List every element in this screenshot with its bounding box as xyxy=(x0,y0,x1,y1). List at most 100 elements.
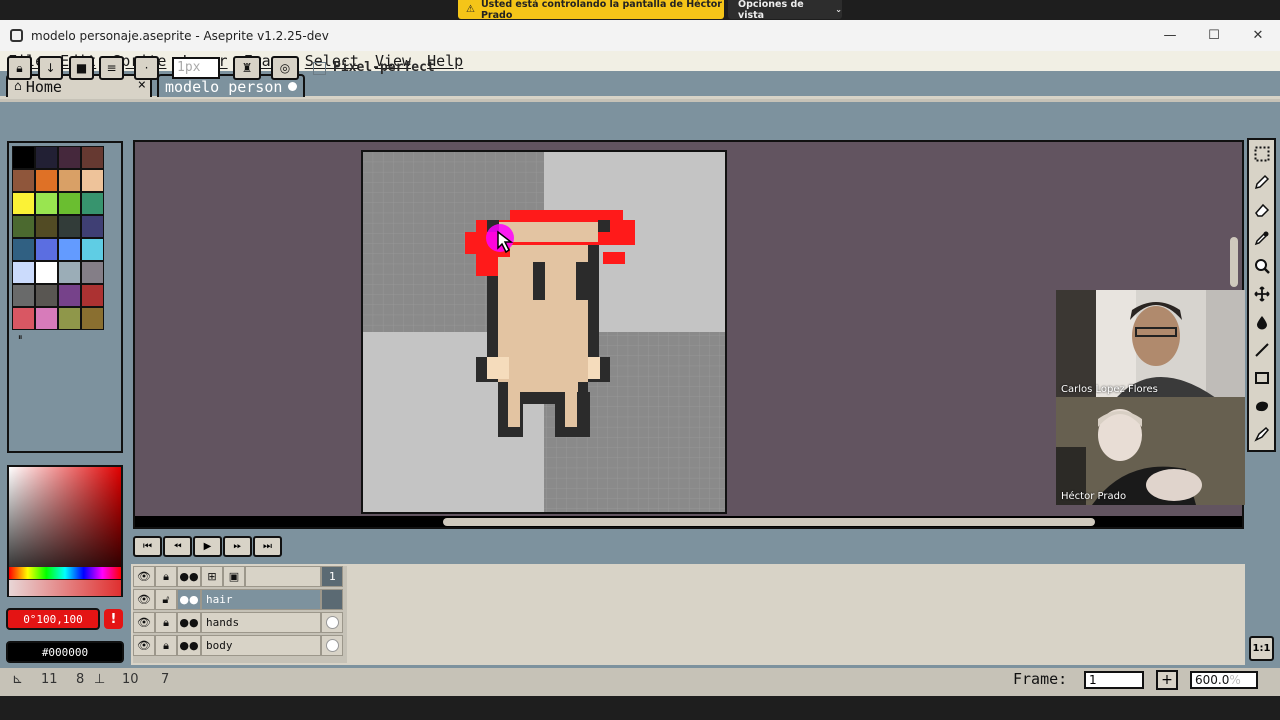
palette-swatch[interactable] xyxy=(58,146,81,169)
palette-swatch[interactable] xyxy=(35,284,58,307)
palette-swatch[interactable] xyxy=(35,215,58,238)
palette-swatch[interactable] xyxy=(12,284,35,307)
move-tool[interactable] xyxy=(1251,283,1273,305)
palette-swatch[interactable] xyxy=(35,192,58,215)
alpha-slider[interactable] xyxy=(9,580,121,596)
palette-swatch[interactable] xyxy=(12,261,35,284)
lock-alpha-button[interactable]: 🔒︎ xyxy=(7,56,32,80)
layer-row-hair[interactable]: 👁︎ 🔓︎ ●● hair xyxy=(133,589,343,610)
unsaved-dot-icon[interactable] xyxy=(288,82,297,91)
eye-icon[interactable]: 👁︎ xyxy=(133,566,155,587)
lock-icon[interactable]: 🔒︎ xyxy=(155,635,177,656)
line-tool[interactable] xyxy=(1251,339,1273,361)
brush-type-button[interactable]: · xyxy=(134,56,159,80)
foreground-color-button[interactable]: 0°100,100 xyxy=(6,608,100,630)
eraser-tool[interactable] xyxy=(1251,199,1273,221)
play-button[interactable]: ▶ xyxy=(193,536,222,557)
view-options-button[interactable]: Opciones de vista ⌄ xyxy=(728,0,842,21)
palette-swatch[interactable] xyxy=(81,215,104,238)
palette-resize-handle[interactable]: ⏸ xyxy=(18,333,23,343)
blur-tool[interactable] xyxy=(1251,423,1273,445)
brush-line-button[interactable]: ≡ xyxy=(99,56,124,80)
zoom-1to1-button[interactable]: 1:1 xyxy=(1249,636,1274,661)
cel-hair-1[interactable] xyxy=(321,589,343,610)
brush-square-button[interactable]: ■ xyxy=(69,56,94,80)
palette-swatch[interactable] xyxy=(58,169,81,192)
onion-skin-icon[interactable]: ▣ xyxy=(223,566,245,587)
eye-icon[interactable]: 👁︎ xyxy=(133,612,155,633)
palette-swatch[interactable] xyxy=(58,192,81,215)
eye-icon[interactable]: 👁︎ xyxy=(133,589,155,610)
frame-input[interactable]: 1 xyxy=(1084,671,1144,689)
palette-swatch[interactable] xyxy=(35,307,58,330)
palette-swatch[interactable] xyxy=(81,284,104,307)
color-warning-badge[interactable]: ! xyxy=(104,609,123,629)
cel-body-1[interactable] xyxy=(321,635,343,656)
lock-icon[interactable]: 🔒︎ xyxy=(155,612,177,633)
frame-header-1[interactable]: 1 xyxy=(321,566,343,587)
palette-swatch[interactable] xyxy=(12,215,35,238)
ink-button[interactable]: ↓ xyxy=(38,56,63,80)
palette-swatch[interactable] xyxy=(81,169,104,192)
palette-swatch[interactable] xyxy=(58,215,81,238)
timeline-cels-area[interactable] xyxy=(347,566,1243,663)
next-frame-button[interactable]: ⏩︎ xyxy=(223,536,252,557)
palette-swatch[interactable] xyxy=(12,192,35,215)
palette-swatch[interactable] xyxy=(58,284,81,307)
continuous-icon[interactable]: ●● xyxy=(177,566,201,587)
palette-swatch[interactable] xyxy=(35,146,58,169)
palette-swatch[interactable] xyxy=(81,238,104,261)
hue-slider[interactable] xyxy=(9,567,121,579)
palette-swatch[interactable] xyxy=(12,146,35,169)
palette-swatch[interactable] xyxy=(12,169,35,192)
sprite-canvas[interactable] xyxy=(361,150,727,514)
lock-icon[interactable]: 🔓︎ xyxy=(155,589,177,610)
minimize-button[interactable]: — xyxy=(1148,20,1192,51)
cel-hands-1[interactable] xyxy=(321,612,343,633)
continuous-icon[interactable]: ●● xyxy=(177,589,201,610)
layer-row-hands[interactable]: 👁︎ 🔒︎ ●● hands xyxy=(133,612,343,633)
maximize-button[interactable]: ☐ xyxy=(1192,20,1236,51)
palette-swatch[interactable] xyxy=(12,307,35,330)
palette-swatch[interactable] xyxy=(35,238,58,261)
add-frame-button[interactable]: + xyxy=(1156,670,1178,690)
palette-swatch[interactable] xyxy=(81,192,104,215)
close-window-button[interactable]: ✕ xyxy=(1236,20,1280,51)
pencil-tool[interactable] xyxy=(1251,171,1273,193)
zoom-input[interactable]: 600.0% xyxy=(1190,671,1258,689)
layer-tree-icon[interactable]: ⊞ xyxy=(201,566,223,587)
continuous-icon[interactable]: ●● xyxy=(177,612,201,633)
horizontal-scroll-thumb[interactable] xyxy=(443,518,1095,526)
fill-tool[interactable] xyxy=(1251,311,1273,333)
contour-tool[interactable] xyxy=(1251,395,1273,417)
palette-swatch[interactable] xyxy=(81,146,104,169)
layer-name[interactable]: body xyxy=(201,635,321,656)
background-color-button[interactable]: #000000 xyxy=(6,641,124,663)
layer-row-body[interactable]: 👁︎ 🔒︎ ●● body xyxy=(133,635,343,656)
marquee-tool[interactable] xyxy=(1251,143,1273,165)
lock-icon[interactable]: 🔒︎ xyxy=(155,566,177,587)
rectangle-tool[interactable] xyxy=(1251,367,1273,389)
ink-type-button[interactable]: ♜ xyxy=(233,56,261,80)
palette-swatch[interactable] xyxy=(81,261,104,284)
continuous-icon[interactable]: ●● xyxy=(177,635,201,656)
last-frame-button[interactable]: ⏭ xyxy=(253,536,282,557)
palette-swatch[interactable] xyxy=(58,261,81,284)
palette-swatch[interactable] xyxy=(81,307,104,330)
layer-name[interactable]: hair xyxy=(201,589,321,610)
eyedropper-tool[interactable] xyxy=(1251,227,1273,249)
vertical-scroll-thumb[interactable] xyxy=(1230,237,1238,287)
zoom-tool[interactable] xyxy=(1251,255,1273,277)
layer-name[interactable]: hands xyxy=(201,612,321,633)
palette-swatch[interactable] xyxy=(58,238,81,261)
palette-swatch[interactable] xyxy=(58,307,81,330)
first-frame-button[interactable]: ⏮ xyxy=(133,536,162,557)
brush-size-input[interactable]: 1px xyxy=(172,57,220,79)
palette-swatch[interactable] xyxy=(12,238,35,261)
palette-swatch[interactable] xyxy=(35,169,58,192)
previous-frame-button[interactable]: ⏪︎ xyxy=(163,536,192,557)
opacity-button[interactable]: ◎ xyxy=(271,56,299,80)
pixel-perfect-checkbox[interactable] xyxy=(313,62,326,75)
palette-swatch[interactable] xyxy=(35,261,58,284)
eye-icon[interactable]: 👁︎ xyxy=(133,635,155,656)
